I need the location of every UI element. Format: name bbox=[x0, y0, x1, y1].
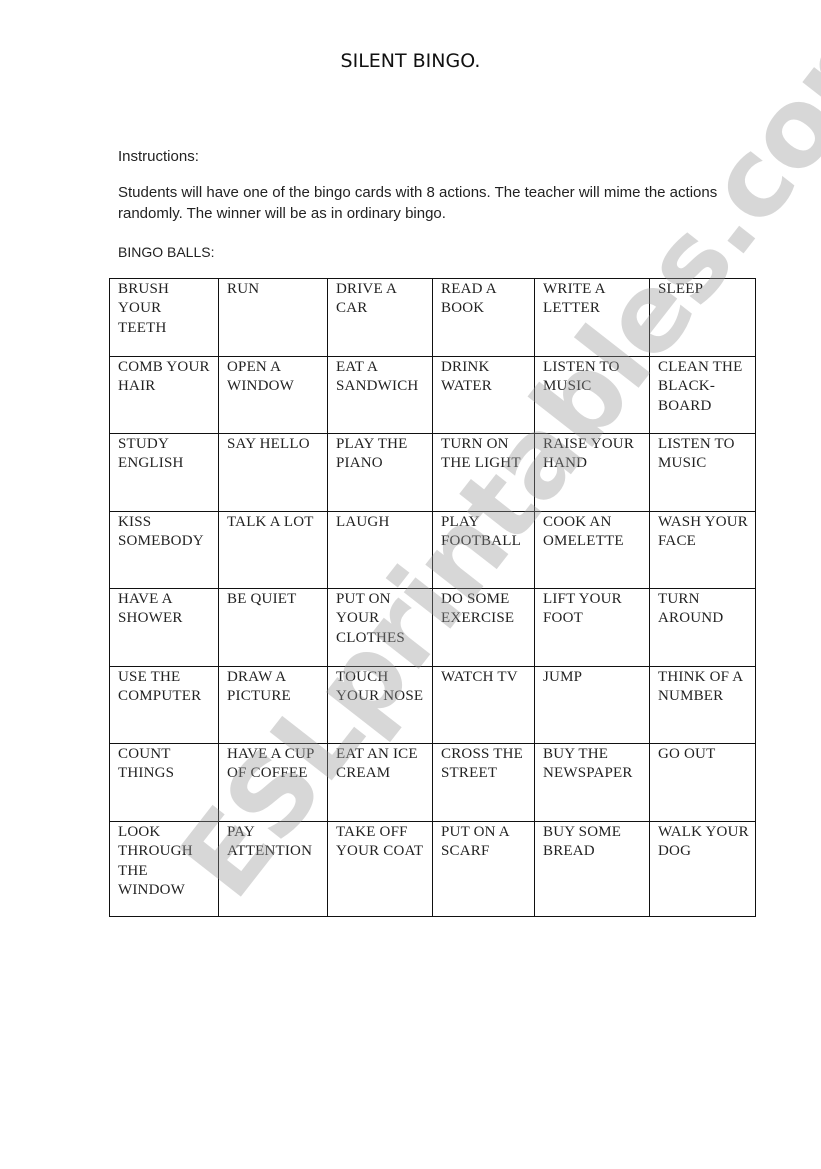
bingo-cell: DRAW A PICTURE bbox=[218, 666, 328, 744]
table-row: LOOK THROUGH THE WINDOW PAY ATTENTION TAKE… bbox=[109, 821, 756, 917]
bingo-cell: RUN bbox=[218, 278, 328, 357]
bingo-cell: CLEAN THE BLACK-BOARD bbox=[649, 356, 756, 434]
instructions-label: Instructions: bbox=[118, 148, 199, 165]
table-row: COUNT THINGS HAVE A CUP OF COFFEE EAT AN I… bbox=[109, 743, 756, 822]
bingo-cell: TAKE OFF YOUR COAT bbox=[327, 821, 433, 917]
bingo-cell: BUY SOME BREAD bbox=[534, 821, 650, 917]
bingo-cell: THINK OF A NUMBER bbox=[649, 666, 756, 744]
bingo-cell: COMB YOUR HAIR bbox=[109, 356, 219, 434]
bingo-cell: PUT ON A SCARF bbox=[432, 821, 535, 917]
bingo-cell: WALK YOUR DOG bbox=[649, 821, 756, 917]
bingo-cell: GO OUT bbox=[649, 743, 756, 822]
bingo-cell: LAUGH bbox=[327, 511, 433, 589]
bingo-balls-label: BINGO BALLS: bbox=[118, 244, 215, 260]
bingo-cell: WATCH TV bbox=[432, 666, 535, 744]
bingo-cell: TURN AROUND bbox=[649, 588, 756, 667]
bingo-cell: LIFT YOUR FOOT bbox=[534, 588, 650, 667]
table-row: KISS SOMEBODY TALK A LOT LAUGH PLAY FOOTBAL… bbox=[109, 511, 756, 589]
bingo-cell: LISTEN TO MUSIC bbox=[534, 356, 650, 434]
bingo-balls-table: BRUSH YOUR TEETH RUN DRIVE A CAR READ A BOO… bbox=[109, 278, 756, 917]
bingo-cell: OPEN A WINDOW bbox=[218, 356, 328, 434]
bingo-cell: EAT A SANDWICH bbox=[327, 356, 433, 434]
bingo-cell: LISTEN TO MUSIC bbox=[649, 433, 756, 512]
page-title: SILENT BINGO. bbox=[340, 50, 481, 72]
bingo-cell: PLAY THE PIANO bbox=[327, 433, 433, 512]
bingo-cell: DRINK WATER bbox=[432, 356, 535, 434]
bingo-cell: JUMP bbox=[534, 666, 650, 744]
bingo-cell: PAY ATTENTION bbox=[218, 821, 328, 917]
bingo-cell: SAY HELLO bbox=[218, 433, 328, 512]
bingo-cell: TALK A LOT bbox=[218, 511, 328, 589]
bingo-cell: BE QUIET bbox=[218, 588, 328, 667]
bingo-cell: TOUCH YOUR NOSE bbox=[327, 666, 433, 744]
bingo-cell: USE THE COMPUTER bbox=[109, 666, 219, 744]
bingo-cell: COUNT THINGS bbox=[109, 743, 219, 822]
bingo-cell: KISS SOMEBODY bbox=[109, 511, 219, 589]
bingo-cell: BUY THE NEWSPAPER bbox=[534, 743, 650, 822]
bingo-cell: HAVE A CUP OF COFFEE bbox=[218, 743, 328, 822]
table-row: STUDY ENGLISH SAY HELLO PLAY THE PIANO TURN… bbox=[109, 433, 756, 512]
instructions-text: Students will have one of the bingo card… bbox=[118, 184, 718, 222]
bingo-cell: DRIVE A CAR bbox=[327, 278, 433, 357]
bingo-cell: PUT ON YOUR CLOTHES bbox=[327, 588, 433, 667]
bingo-cell: RAISE YOUR HAND bbox=[534, 433, 650, 512]
table-row: USE THE COMPUTER DRAW A PICTURE TOUCH YOUR… bbox=[109, 666, 756, 744]
bingo-cell: CROSS THE STREET bbox=[432, 743, 535, 822]
bingo-cell: READ A BOOK bbox=[432, 278, 535, 357]
bingo-cell: PLAY FOOTBALL bbox=[432, 511, 535, 589]
table-row: BRUSH YOUR TEETH RUN DRIVE A CAR READ A BOO… bbox=[109, 278, 756, 357]
bingo-cell: BRUSH YOUR TEETH bbox=[109, 278, 219, 357]
bingo-cell: HAVE A SHOWER bbox=[109, 588, 219, 667]
bingo-cell: WASH YOUR FACE bbox=[649, 511, 756, 589]
bingo-cell: SLEEP bbox=[649, 278, 756, 357]
worksheet-page: SILENT BINGO. Instructions: Students wil… bbox=[0, 0, 821, 1169]
bingo-cell: EAT AN ICE CREAM bbox=[327, 743, 433, 822]
bingo-cell: STUDY ENGLISH bbox=[109, 433, 219, 512]
table-row: HAVE A SHOWER BE QUIET PUT ON YOUR CLOTHES… bbox=[109, 588, 756, 667]
bingo-cell: COOK AN OMELETTE bbox=[534, 511, 650, 589]
bingo-cell: WRITE A LETTER bbox=[534, 278, 650, 357]
table-row: COMB YOUR HAIR OPEN A WINDOW EAT A SANDWIC… bbox=[109, 356, 756, 434]
bingo-cell: LOOK THROUGH THE WINDOW bbox=[109, 821, 219, 917]
bingo-cell: TURN ON THE LIGHT bbox=[432, 433, 535, 512]
bingo-cell: DO SOME EXERCISE bbox=[432, 588, 535, 667]
